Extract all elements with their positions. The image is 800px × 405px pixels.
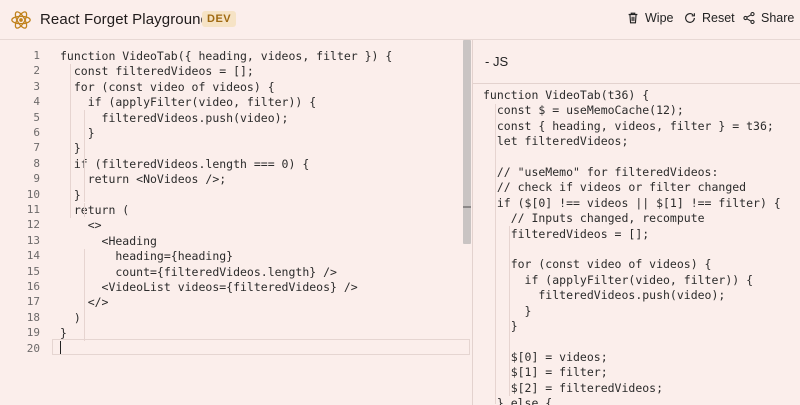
line-number: 6 <box>33 126 40 139</box>
output-code-line: } else { <box>483 396 553 405</box>
code-line[interactable]: ) <box>60 311 81 325</box>
editor-scrollbar[interactable] <box>463 40 471 244</box>
code-line[interactable]: heading={heading} <box>60 249 233 263</box>
line-number: 16 <box>26 280 40 293</box>
indent-guide <box>509 226 510 396</box>
react-logo-icon <box>11 11 31 29</box>
line-number: 15 <box>26 264 40 278</box>
line-number: 7 <box>33 141 40 155</box>
code-line[interactable]: for (const video of videos) { <box>60 80 275 94</box>
output-tab-js[interactable]: - JS <box>485 54 508 69</box>
output-code-line: $[2] = filteredVideos; <box>483 380 664 395</box>
app-header: React Forget Playground DEV Wipe Reset S… <box>0 0 800 40</box>
line-number: 11 <box>26 203 40 216</box>
line-number: 14 <box>26 249 40 263</box>
output-code-line: } <box>483 319 518 333</box>
code-line[interactable]: function VideoTab({ heading, videos, fil… <box>60 49 392 63</box>
code-line[interactable]: if (filteredVideos.length === 0) { <box>60 157 309 171</box>
output-code-line: // check if videos or filter changed <box>483 180 747 195</box>
indent-guide <box>84 249 85 341</box>
reset-button[interactable]: Reset <box>683 11 735 25</box>
line-number: 13 <box>26 233 40 247</box>
line-number: 19 <box>26 326 40 340</box>
line-number: 1 <box>33 49 40 62</box>
code-editor[interactable]: 1 function VideoTab({ heading, videos, fi… <box>0 40 472 405</box>
line-number: 8 <box>33 156 40 170</box>
output-pane: - JS function VideoTab(t36) { const $ = … <box>473 40 800 405</box>
output-code-line: function VideoTab(t36) { <box>483 88 650 102</box>
line-number: 20 <box>26 341 40 355</box>
line-number: 18 <box>26 310 40 324</box>
line-number: 3 <box>33 79 40 93</box>
trash-icon <box>628 12 638 24</box>
app-title: React Forget Playground <box>40 11 210 28</box>
share-button[interactable]: Share <box>742 11 794 25</box>
output-code-line: filteredVideos.push(video); <box>483 288 726 303</box>
line-number: 17 <box>26 295 40 309</box>
output-code-line: // Inputs changed, recompute <box>483 211 705 226</box>
code-line[interactable]: const filteredVideos = []; <box>60 64 254 78</box>
code-line[interactable]: } <box>60 326 67 340</box>
indent-guide <box>495 104 496 404</box>
code-line[interactable]: <VideoList videos={filteredVideos} /> <box>60 280 358 294</box>
indent-guide <box>70 64 71 218</box>
scrollbar-marker <box>463 206 471 208</box>
wipe-button[interactable]: Wipe <box>626 11 673 25</box>
indent-guide <box>84 203 85 217</box>
reset-label: Reset <box>702 11 735 25</box>
code-line[interactable]: if (applyFilter(video, filter)) { <box>60 95 317 109</box>
share-icon <box>743 11 755 25</box>
line-number: 9 <box>33 172 40 186</box>
code-line[interactable]: } <box>60 126 95 140</box>
output-code-line: $[0] = videos; <box>483 349 608 364</box>
output-code-line: filteredVideos = []; <box>483 226 650 241</box>
output-code-line: $[1] = filter; <box>483 365 608 380</box>
dev-badge: DEV <box>202 11 237 27</box>
line-number: 2 <box>33 64 40 78</box>
code-line[interactable]: count={filteredVideos.length} /> <box>60 265 337 279</box>
line-number: 10 <box>26 187 40 201</box>
output-code-line: if ($[0] !== videos || $[1] !== filter) … <box>483 195 781 210</box>
code-line[interactable]: <> <box>60 218 102 232</box>
share-label: Share <box>761 11 795 25</box>
line-number: 12 <box>26 218 40 232</box>
text-cursor <box>60 341 61 354</box>
current-line-highlight <box>52 339 470 355</box>
wipe-label: Wipe <box>645 11 674 25</box>
code-line[interactable]: filteredVideos.push(video); <box>60 111 289 125</box>
line-number: 5 <box>33 110 40 124</box>
output-code-line: const { heading, videos, filter } = t36; <box>483 118 774 133</box>
tab-divider <box>473 83 800 84</box>
output-code-line: const $ = useMemoCache(12); <box>483 103 684 118</box>
output-code-line: } <box>483 303 532 318</box>
line-number: 4 <box>33 95 40 109</box>
output-code-line: // "useMemo" for filteredVideos: <box>483 165 719 179</box>
output-code-line: for (const video of videos) { <box>483 257 712 272</box>
output-code-line: if (applyFilter(video, filter)) { <box>483 272 754 287</box>
reset-icon <box>685 13 695 23</box>
indent-guide <box>84 110 85 202</box>
code-line[interactable]: <Heading <box>60 234 157 248</box>
output-code-line: let filteredVideos; <box>483 134 629 149</box>
